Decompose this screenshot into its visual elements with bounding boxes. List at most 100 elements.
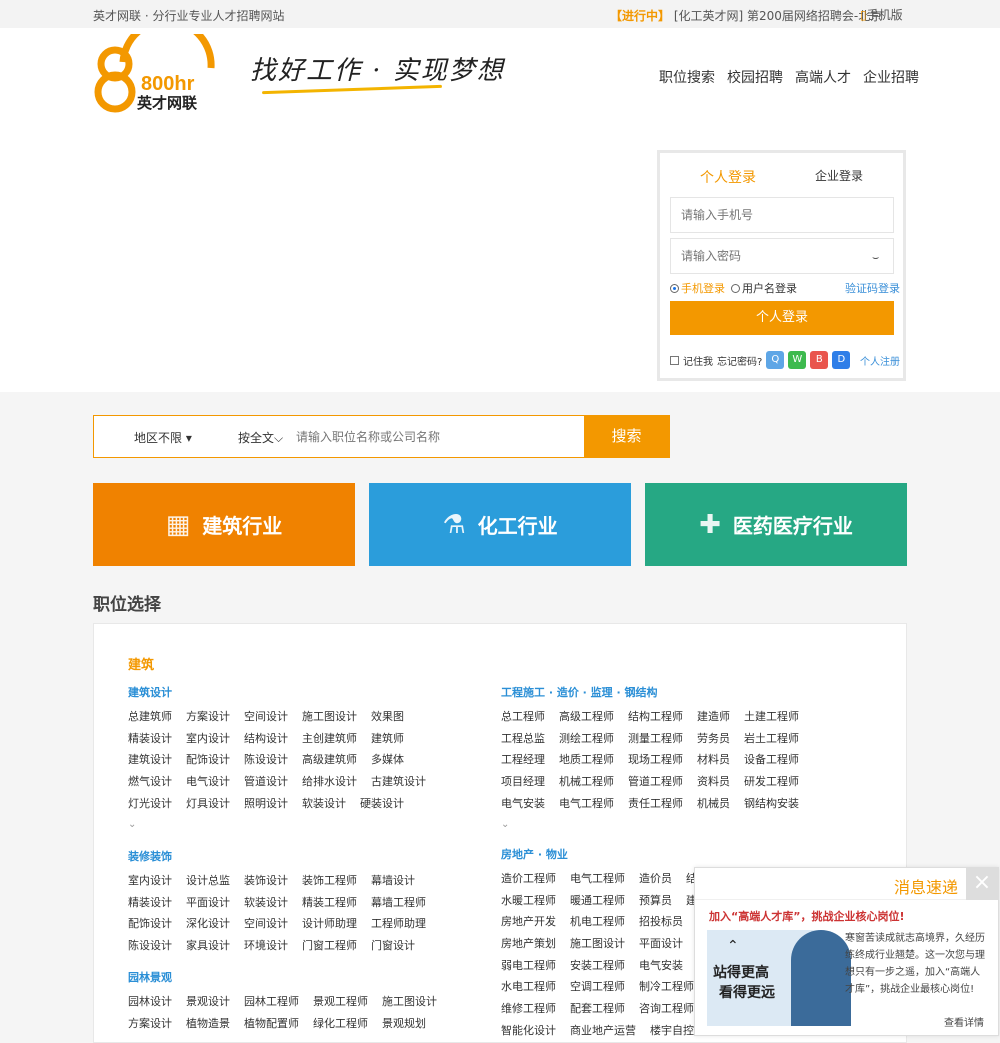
- job-link[interactable]: 招投标员: [639, 911, 683, 933]
- job-link[interactable]: 高级建筑师: [302, 749, 357, 771]
- job-link[interactable]: 建筑师: [371, 728, 404, 750]
- job-link[interactable]: 维修工程师: [501, 998, 556, 1020]
- job-link[interactable]: 门窗设计: [371, 935, 415, 957]
- job-link[interactable]: 空调工程师: [570, 976, 625, 998]
- job-link[interactable]: 土建工程师: [744, 706, 799, 728]
- job-link[interactable]: 陈设设计: [128, 935, 172, 957]
- search-mode-select[interactable]: 按全文⌵: [238, 429, 283, 446]
- job-link[interactable]: 制冷工程师: [639, 976, 694, 998]
- job-link[interactable]: 深化设计: [186, 913, 230, 935]
- tab-personal-login[interactable]: 个人登录: [700, 167, 756, 187]
- job-link[interactable]: 精装设计: [128, 892, 172, 914]
- job-link[interactable]: 园林设计: [128, 991, 172, 1013]
- job-link[interactable]: 钢结构安装: [744, 793, 799, 815]
- job-link[interactable]: 硬装设计: [360, 793, 404, 815]
- job-link[interactable]: 设备工程师: [744, 749, 799, 771]
- job-link[interactable]: 装饰设计: [244, 870, 288, 892]
- expand-chevron-icon[interactable]: ⌄: [501, 814, 813, 835]
- job-link[interactable]: 资料员: [697, 771, 730, 793]
- nav-campus[interactable]: 校园招聘: [727, 67, 783, 87]
- industry-chemical[interactable]: ⚗ 化工行业: [369, 483, 631, 566]
- group-title[interactable]: 园林景观: [128, 969, 451, 985]
- job-link[interactable]: 高级工程师: [559, 706, 614, 728]
- industry-construction[interactable]: ▦ 建筑行业: [93, 483, 355, 566]
- nav-employer[interactable]: 企业招聘: [863, 67, 919, 87]
- job-link[interactable]: 地质工程师: [559, 749, 614, 771]
- job-link[interactable]: 劳务员: [697, 728, 730, 750]
- wechat-icon[interactable]: W: [788, 351, 807, 369]
- job-link[interactable]: 空间设计: [244, 706, 288, 728]
- job-link[interactable]: 预算员: [639, 890, 672, 912]
- job-link[interactable]: 弱电工程师: [501, 955, 556, 977]
- mode-code-link[interactable]: 验证码登录: [845, 280, 900, 296]
- job-link[interactable]: 机械工程师: [559, 771, 614, 793]
- region-select[interactable]: 地区不限 ▾: [134, 429, 192, 446]
- job-link[interactable]: 水暖工程师: [501, 890, 556, 912]
- job-link[interactable]: 建筑设计: [128, 749, 172, 771]
- job-link[interactable]: 燃气设计: [128, 771, 172, 793]
- popup-more-link[interactable]: 查看详情: [944, 1014, 984, 1029]
- job-link[interactable]: 设计总监: [186, 870, 230, 892]
- job-link[interactable]: 岩土工程师: [744, 728, 799, 750]
- job-link[interactable]: 方案设计: [128, 1013, 172, 1035]
- job-link[interactable]: 配饰设计: [186, 749, 230, 771]
- job-link[interactable]: 多媒体: [371, 749, 404, 771]
- job-link[interactable]: 室内设计: [186, 728, 230, 750]
- job-link[interactable]: 电气设计: [186, 771, 230, 793]
- tab-company-login[interactable]: 企业登录: [815, 167, 863, 184]
- mobile-link[interactable]: ▯手机版: [860, 6, 903, 23]
- weibo-icon[interactable]: B: [810, 351, 829, 369]
- event-title[interactable]: [化工英才网] 第200届网络招聘会-北京: [674, 9, 882, 23]
- group-title[interactable]: 装修装饰: [128, 848, 440, 864]
- job-link[interactable]: 景观设计: [186, 991, 230, 1013]
- job-link[interactable]: 门窗工程师: [302, 935, 357, 957]
- job-link[interactable]: 总工程师: [501, 706, 545, 728]
- job-link[interactable]: 机械员: [697, 793, 730, 815]
- job-link[interactable]: 商业地产运营: [570, 1020, 636, 1042]
- job-link[interactable]: 电气安装: [501, 793, 545, 815]
- popup-headline[interactable]: 加入“高端人才库”，挑战企业核心岗位!: [709, 908, 904, 924]
- job-link[interactable]: 测量工程师: [628, 728, 683, 750]
- job-link[interactable]: 施工图设计: [302, 706, 357, 728]
- popup-image[interactable]: ⌃ 站得更高 看得更远: [707, 930, 851, 1026]
- job-link[interactable]: 工程师助理: [371, 913, 426, 935]
- job-link[interactable]: 绿化工程师: [313, 1013, 368, 1035]
- job-link[interactable]: 总建筑师: [128, 706, 172, 728]
- job-link[interactable]: 造价工程师: [501, 868, 556, 890]
- job-link[interactable]: 植物配置师: [244, 1013, 299, 1035]
- search-input[interactable]: [290, 425, 580, 449]
- job-link[interactable]: 空间设计: [244, 913, 288, 935]
- job-link[interactable]: 工程经理: [501, 749, 545, 771]
- job-link[interactable]: 幕墙设计: [371, 870, 415, 892]
- job-link[interactable]: 设计师助理: [302, 913, 357, 935]
- job-link[interactable]: 建造师: [697, 706, 730, 728]
- job-link[interactable]: 研发工程师: [744, 771, 799, 793]
- job-link[interactable]: 项目经理: [501, 771, 545, 793]
- job-link[interactable]: 管道设计: [244, 771, 288, 793]
- forgot-password-link[interactable]: 忘记密码?: [717, 353, 762, 368]
- job-link[interactable]: 给排水设计: [302, 771, 357, 793]
- job-link[interactable]: 测绘工程师: [559, 728, 614, 750]
- login-button[interactable]: 个人登录: [670, 301, 894, 335]
- job-link[interactable]: 配饰设计: [128, 913, 172, 935]
- register-link[interactable]: 个人注册: [860, 353, 900, 368]
- close-icon[interactable]: ×: [966, 868, 998, 900]
- job-link[interactable]: 效果图: [371, 706, 404, 728]
- job-link[interactable]: 环境设计: [244, 935, 288, 957]
- job-link[interactable]: 施工图设计: [382, 991, 437, 1013]
- job-link[interactable]: 园林工程师: [244, 991, 299, 1013]
- job-link[interactable]: 陈设设计: [244, 749, 288, 771]
- password-input[interactable]: [670, 238, 894, 274]
- job-link[interactable]: 家具设计: [186, 935, 230, 957]
- job-link[interactable]: 材料员: [697, 749, 730, 771]
- job-link[interactable]: 平面设计: [639, 933, 683, 955]
- baidu-icon[interactable]: D: [832, 351, 851, 369]
- job-link[interactable]: 电气工程师: [559, 793, 614, 815]
- nav-senior-talent[interactable]: 高端人才: [795, 67, 851, 87]
- job-link[interactable]: 造价员: [639, 868, 672, 890]
- job-link[interactable]: 景观工程师: [313, 991, 368, 1013]
- job-link[interactable]: 管道工程师: [628, 771, 683, 793]
- group-title[interactable]: 建筑设计: [128, 684, 440, 700]
- group-title[interactable]: 工程施工 · 造价 · 监理 · 钢结构: [501, 684, 813, 700]
- job-link[interactable]: 水电工程师: [501, 976, 556, 998]
